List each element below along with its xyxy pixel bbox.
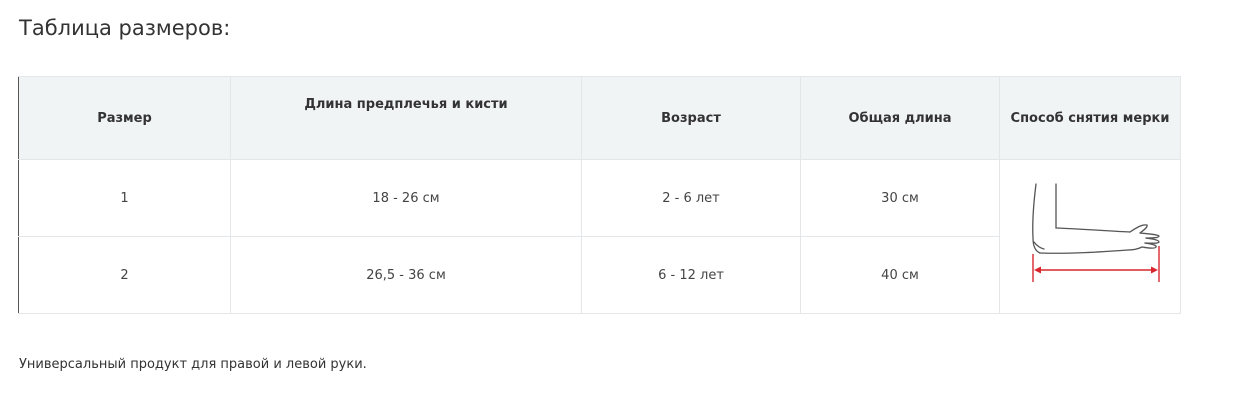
cell-size: 1 bbox=[18, 159, 231, 237]
cell-forearm-length: 18 - 26 см bbox=[230, 159, 582, 237]
header-total-length: Общая длина bbox=[800, 76, 1000, 160]
product-note: Универсальный продукт для правой и левой… bbox=[19, 357, 367, 372]
header-size: Размер bbox=[18, 76, 231, 160]
cell-age: 2 - 6 лет bbox=[581, 159, 801, 237]
header-measure-method: Способ снятия мерки bbox=[999, 76, 1181, 160]
header-forearm-length: Длина предплечья и кисти bbox=[230, 76, 582, 160]
size-table: Размер Длина предплечья и кисти Возраст … bbox=[18, 76, 1181, 314]
cell-forearm-length: 26,5 - 36 см bbox=[230, 236, 582, 314]
cell-total-length: 40 см bbox=[800, 236, 1000, 314]
arm-measurement-icon bbox=[1032, 182, 1160, 282]
measure-image-cell bbox=[999, 159, 1181, 314]
table-header-row: Размер Длина предплечья и кисти Возраст … bbox=[18, 76, 1181, 160]
cell-age: 6 - 12 лет bbox=[581, 236, 801, 314]
page-title: Таблица размеров: bbox=[19, 16, 231, 40]
cell-size: 2 bbox=[18, 236, 231, 314]
header-age: Возраст bbox=[581, 76, 801, 160]
table-row: 1 18 - 26 см 2 - 6 лет 30 см bbox=[18, 159, 1181, 314]
cell-total-length: 30 см bbox=[800, 159, 1000, 237]
